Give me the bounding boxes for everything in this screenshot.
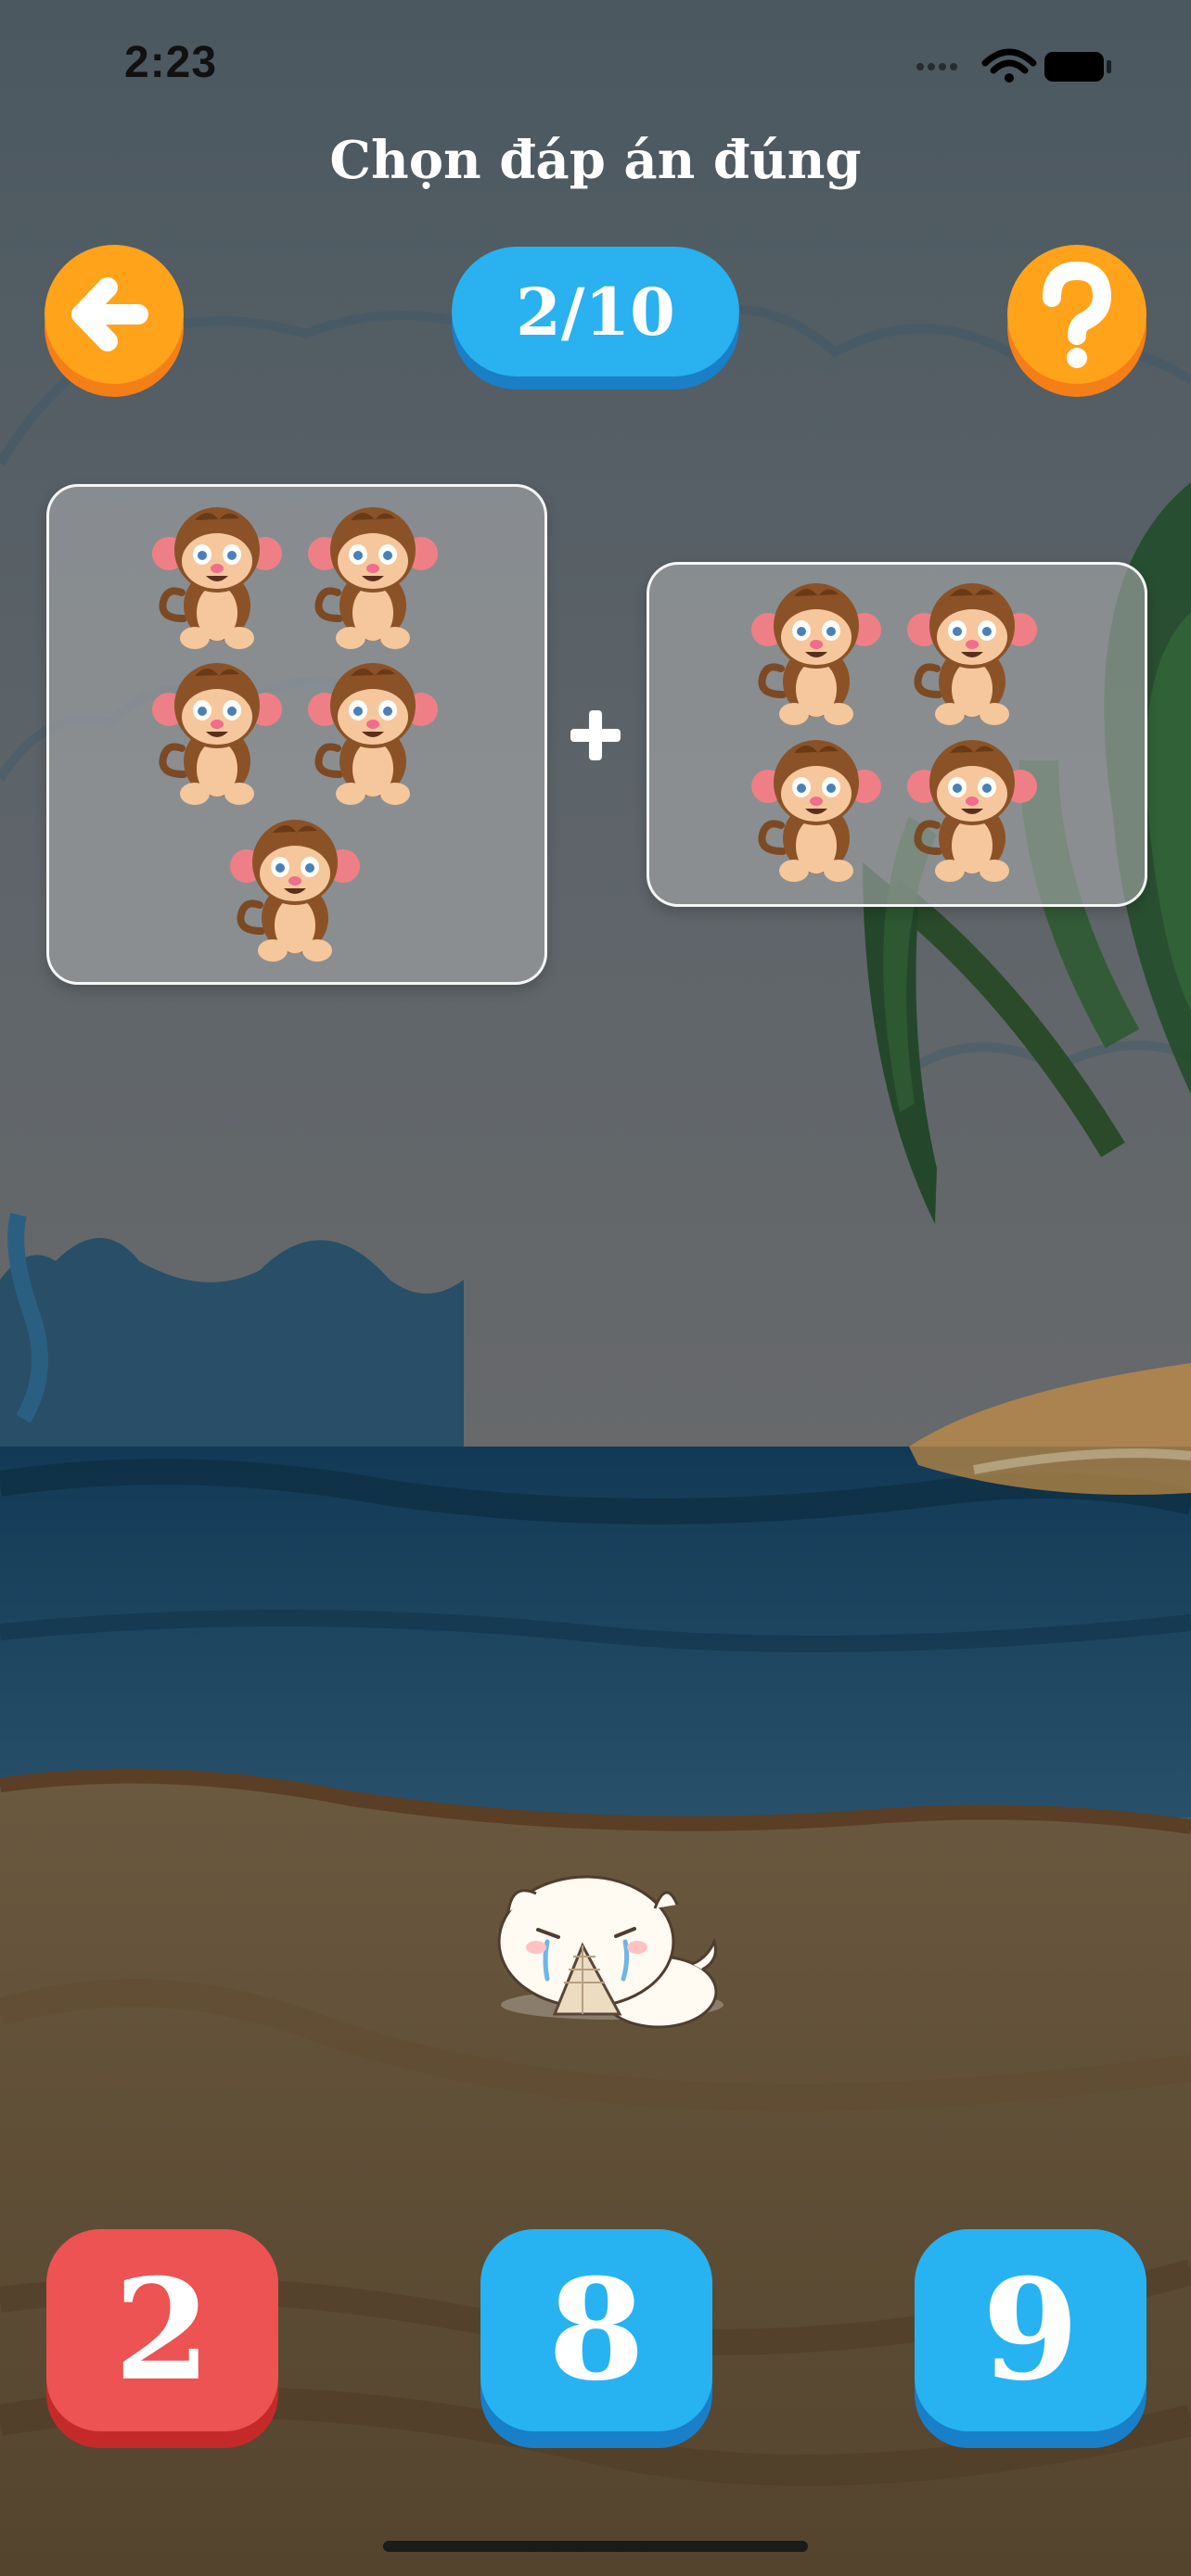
wifi-icon	[981, 48, 1037, 83]
right-group-panel	[647, 562, 1147, 907]
battery-icon	[1044, 52, 1111, 82]
monkey-icon	[742, 736, 890, 885]
beach-background	[0, 0, 1191, 2576]
monkey-icon	[898, 580, 1046, 728]
answer-button-2[interactable]: 2	[46, 2229, 278, 2431]
back-button[interactable]	[45, 245, 184, 384]
crying-cat-icon	[497, 1875, 724, 2029]
monkey-icon	[143, 504, 291, 652]
home-indicator[interactable]	[383, 2541, 808, 2552]
monkey-icon	[221, 816, 369, 964]
page-title: Chọn đáp án đúng	[329, 130, 862, 191]
game-screen: 2:23 Chọn đáp án đúng 2/10 2 8 9	[0, 0, 1191, 2576]
monkey-icon	[742, 580, 890, 728]
monkey-icon	[143, 659, 291, 808]
answer-button-9[interactable]: 9	[915, 2229, 1146, 2431]
answer-button-8[interactable]: 8	[480, 2229, 712, 2431]
progress-counter: 2/10	[452, 247, 739, 376]
monkey-icon	[299, 659, 447, 808]
signal-icon	[916, 63, 957, 70]
question-mark-icon	[1043, 261, 1111, 368]
status-icons	[916, 48, 1111, 83]
help-button[interactable]	[1007, 245, 1146, 384]
monkey-icon	[898, 736, 1046, 885]
status-time: 2:23	[124, 38, 218, 87]
plus-icon	[570, 710, 621, 760]
arrow-left-icon	[71, 277, 148, 351]
monkey-icon	[299, 504, 447, 652]
